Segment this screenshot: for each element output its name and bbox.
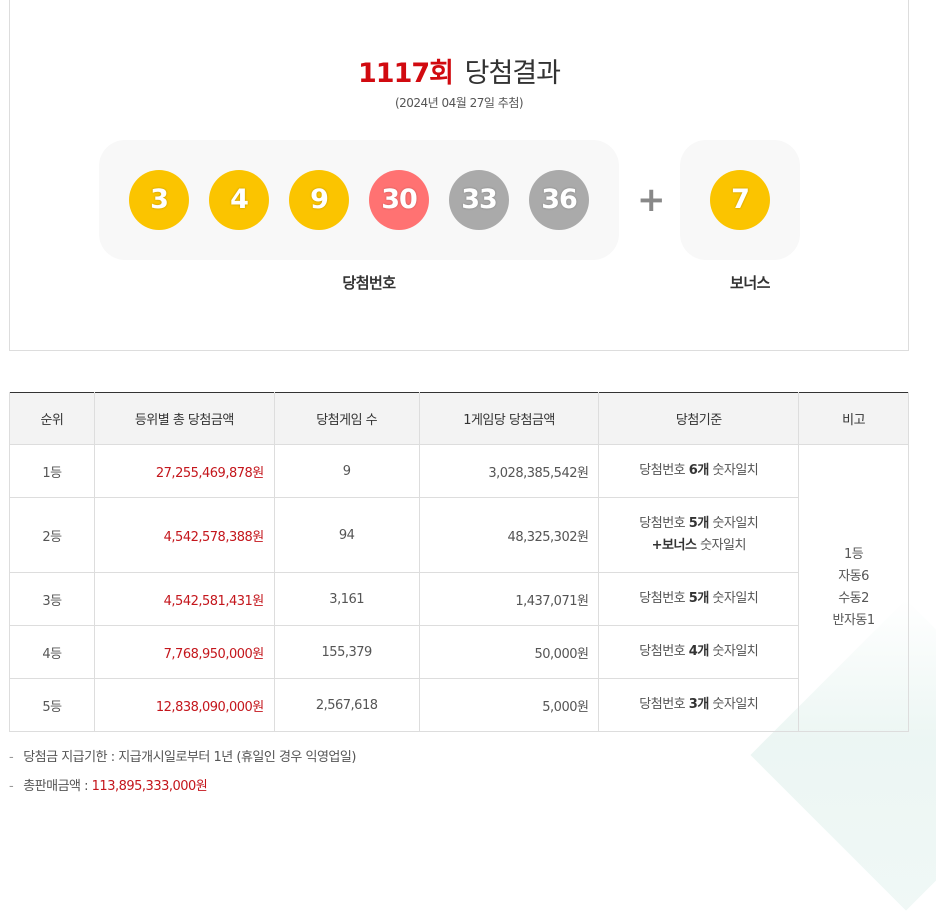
draw-date: (2024년 04월 27일 추첨) (394, 96, 524, 110)
winner-count-cell: 2,567,618 (273, 678, 420, 732)
total-sales-value: 113,895,333,000원 (91, 779, 208, 794)
rank-cell: 5등 (9, 678, 95, 732)
rank-cell: 3등 (9, 572, 95, 626)
rank-cell: 4등 (9, 625, 95, 679)
ball-5: 33 (449, 170, 509, 230)
header-prize-per-game: 1게임당 당첨금액 (418, 392, 600, 445)
round-number: 1117회 (358, 58, 454, 89)
header-winner-count: 당첨게임 수 (273, 392, 420, 445)
ball-6: 36 (529, 170, 589, 230)
prize-per-game-cell: 5,000원 (418, 678, 600, 732)
total-prize-cell: 4,542,578,388원 (93, 497, 275, 573)
criteria-cell: 당첨번호 6개 숫자일치 (598, 444, 800, 498)
rank-cell: 1등 (9, 444, 95, 498)
prize-per-game-cell: 3,028,385,542원 (418, 444, 600, 498)
prize-table: 순위 등위별 총 당첨금액 당첨게임 수 1게임당 당첨금액 당첨기준 비고 1… (9, 392, 909, 732)
criteria-cell: 당첨번호 3개 숫자일치 (598, 678, 800, 732)
criteria-cell: 당첨번호 4개 숫자일치 (598, 625, 800, 679)
table-row: 3등 4,542,581,431원 3,161 1,437,071원 당첨번호 … (9, 572, 909, 626)
header-criteria: 당첨기준 (598, 392, 800, 445)
notes-list: - 당첨금 지급기한 : 지급개시일로부터 1년 (휴일인 경우 익영업일) -총… (9, 745, 356, 803)
table-row: 2등 4,542,578,388원 94 48,325,302원 당첨번호 5개… (9, 497, 909, 573)
criteria-cell: 당첨번호 5개 숫자일치 (598, 572, 800, 626)
winning-numbers-label: 당첨번호 (342, 274, 396, 292)
payment-deadline-note: - 당첨금 지급기한 : 지급개시일로부터 1년 (휴일인 경우 익영업일) (9, 750, 356, 765)
winner-count-cell: 9 (273, 444, 420, 498)
bonus-ball: 7 (710, 170, 770, 230)
winner-count-cell: 3,161 (273, 572, 420, 626)
table-row: 5등 12,838,090,000원 2,567,618 5,000원 당첨번호… (9, 678, 909, 732)
ball-1: 3 (129, 170, 189, 230)
prize-per-game-cell: 50,000원 (418, 625, 600, 679)
ball-4: 30 (369, 170, 429, 230)
rank-cell: 2등 (9, 497, 95, 573)
total-prize-cell: 7,768,950,000원 (93, 625, 275, 679)
total-prize-cell: 12,838,090,000원 (93, 678, 275, 732)
winning-numbers-box: 3 4 9 30 33 36 (99, 140, 619, 260)
winner-count-cell: 155,379 (273, 625, 420, 679)
header-remark: 비고 (798, 392, 909, 445)
criteria-cell: 당첨번호 5개 숫자일치 +보너스 숫자일치 (598, 497, 800, 573)
table-row: 4등 7,768,950,000원 155,379 50,000원 당첨번호 4… (9, 625, 909, 679)
total-prize-cell: 27,255,469,878원 (93, 444, 275, 498)
table-row: 1등 27,255,469,878원 9 3,028,385,542원 당첨번호… (9, 444, 909, 732)
winner-count-cell: 94 (273, 497, 420, 573)
result-title: 당첨결과 (464, 58, 561, 89)
bonus-number-box: 7 (680, 140, 800, 260)
total-sales-note: - 총판매금액 : 113,895,333,000원 (9, 779, 208, 794)
remark-cell: 1등 자동6 수동2 반자동1 (798, 444, 909, 732)
plus-sign: + (637, 180, 666, 220)
ball-3: 9 (289, 170, 349, 230)
table-header-row: 순위 등위별 총 당첨금액 당첨게임 수 1게임당 당첨금액 당첨기준 비고 (9, 392, 909, 445)
header-rank: 순위 (9, 392, 95, 445)
bonus-label: 보너스 (730, 274, 770, 292)
prize-per-game-cell: 1,437,071원 (418, 572, 600, 626)
prize-per-game-cell: 48,325,302원 (418, 497, 600, 573)
page-title: 1117회 당첨결과 (10, 51, 908, 90)
ball-2: 4 (209, 170, 269, 230)
header-total-prize: 등위별 총 당첨금액 (93, 392, 275, 445)
total-prize-cell: 4,542,581,431원 (93, 572, 275, 626)
